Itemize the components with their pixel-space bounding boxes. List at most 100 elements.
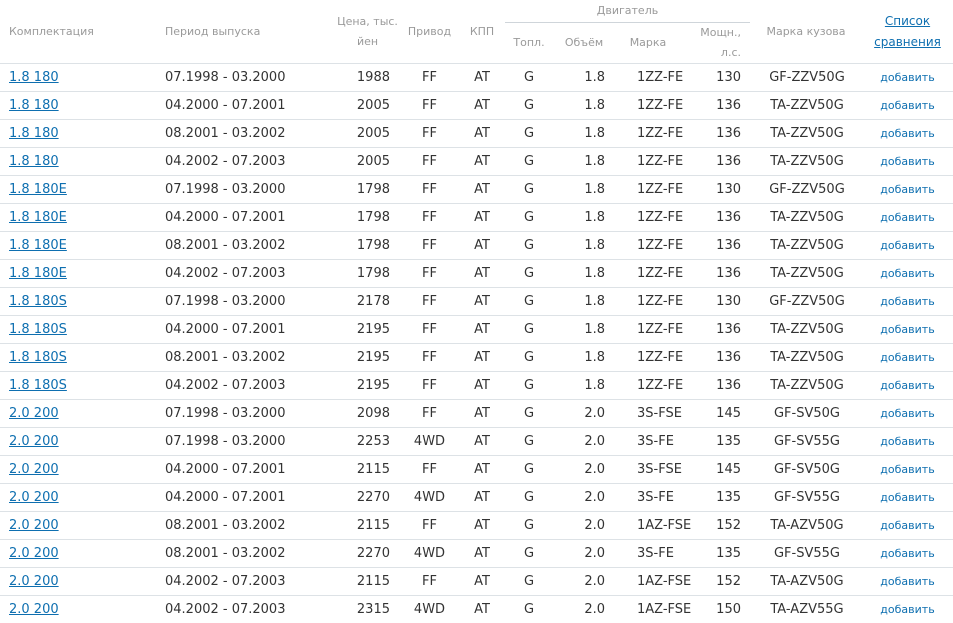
header-volume: Объём: [553, 23, 615, 64]
price-cell: 1798: [335, 232, 400, 260]
power-cell: 136: [681, 344, 750, 372]
add-to-compare-link[interactable]: добавить: [880, 211, 934, 224]
add-to-compare-link[interactable]: добавить: [880, 323, 934, 336]
gearbox-cell: AT: [459, 92, 505, 120]
body-cell: TA-ZZV50G: [750, 344, 862, 372]
table-row: 1.8 18007.1998 - 03.20001988FFATG1.81ZZ-…: [0, 64, 953, 92]
table-row: 1.8 18004.2002 - 07.20032005FFATG1.81ZZ-…: [0, 148, 953, 176]
add-to-compare-link[interactable]: добавить: [880, 155, 934, 168]
period-cell: 04.2002 - 07.2003: [163, 260, 335, 288]
add-cell: добавить: [862, 92, 953, 120]
add-to-compare-link[interactable]: добавить: [880, 99, 934, 112]
engine-cell: 3S-FE: [615, 428, 681, 456]
add-to-compare-link[interactable]: добавить: [880, 239, 934, 252]
trim-link[interactable]: 2.0 200: [9, 546, 59, 561]
trim-link[interactable]: 1.8 180S: [9, 378, 67, 393]
power-cell: 136: [681, 148, 750, 176]
trim-link[interactable]: 2.0 200: [9, 518, 59, 533]
fuel-cell: G: [505, 400, 553, 428]
trim-link[interactable]: 1.8 180: [9, 70, 59, 85]
trim-link[interactable]: 1.8 180E: [9, 266, 67, 281]
fuel-cell: G: [505, 288, 553, 316]
trim-link[interactable]: 2.0 200: [9, 602, 59, 617]
add-cell: добавить: [862, 400, 953, 428]
add-to-compare-link[interactable]: добавить: [880, 295, 934, 308]
engine-cell: 1ZZ-FE: [615, 92, 681, 120]
gearbox-cell: AT: [459, 148, 505, 176]
volume-cell: 2.0: [553, 428, 615, 456]
compare-list-link[interactable]: Список сравнения: [874, 14, 941, 49]
add-to-compare-link[interactable]: добавить: [880, 407, 934, 420]
price-cell: 2115: [335, 456, 400, 484]
add-cell: добавить: [862, 372, 953, 400]
trim-link[interactable]: 2.0 200: [9, 434, 59, 449]
period-cell: 07.1998 - 03.2000: [163, 428, 335, 456]
gearbox-cell: AT: [459, 176, 505, 204]
trim-link[interactable]: 1.8 180E: [9, 182, 67, 197]
price-cell: 2270: [335, 484, 400, 512]
trim-link[interactable]: 1.8 180S: [9, 294, 67, 309]
add-cell: добавить: [862, 540, 953, 568]
trim-link[interactable]: 2.0 200: [9, 462, 59, 477]
trim-link[interactable]: 2.0 200: [9, 574, 59, 589]
engine-cell: 1AZ-FSE: [615, 596, 681, 623]
trim-link[interactable]: 2.0 200: [9, 406, 59, 421]
fuel-cell: G: [505, 176, 553, 204]
period-cell: 07.1998 - 03.2000: [163, 176, 335, 204]
gearbox-cell: AT: [459, 400, 505, 428]
add-to-compare-link[interactable]: добавить: [880, 379, 934, 392]
add-to-compare-link[interactable]: добавить: [880, 183, 934, 196]
add-cell: добавить: [862, 120, 953, 148]
add-to-compare-link[interactable]: добавить: [880, 435, 934, 448]
drive-cell: FF: [400, 400, 459, 428]
table-row: 1.8 180S04.2002 - 07.20032195FFATG1.81ZZ…: [0, 372, 953, 400]
fuel-cell: G: [505, 456, 553, 484]
engine-cell: 1ZZ-FE: [615, 344, 681, 372]
engine-cell: 1ZZ-FE: [615, 232, 681, 260]
fuel-cell: G: [505, 64, 553, 92]
volume-cell: 1.8: [553, 344, 615, 372]
volume-cell: 1.8: [553, 120, 615, 148]
gearbox-cell: AT: [459, 316, 505, 344]
price-cell: 1988: [335, 64, 400, 92]
add-to-compare-link[interactable]: добавить: [880, 603, 934, 616]
gearbox-cell: AT: [459, 64, 505, 92]
trim-cell: 1.8 180: [0, 64, 163, 92]
trim-link[interactable]: 1.8 180: [9, 126, 59, 141]
engine-cell: 1ZZ-FE: [615, 260, 681, 288]
trim-link[interactable]: 2.0 200: [9, 490, 59, 505]
trim-link[interactable]: 1.8 180E: [9, 238, 67, 253]
power-cell: 136: [681, 232, 750, 260]
fuel-cell: G: [505, 540, 553, 568]
price-cell: 2270: [335, 540, 400, 568]
add-to-compare-link[interactable]: добавить: [880, 351, 934, 364]
trim-link[interactable]: 1.8 180S: [9, 322, 67, 337]
add-to-compare-link[interactable]: добавить: [880, 547, 934, 560]
body-cell: TA-ZZV50G: [750, 316, 862, 344]
volume-cell: 2.0: [553, 568, 615, 596]
trim-link[interactable]: 1.8 180: [9, 98, 59, 113]
engine-cell: 3S-FE: [615, 540, 681, 568]
gearbox-cell: AT: [459, 568, 505, 596]
trim-link[interactable]: 1.8 180E: [9, 210, 67, 225]
fuel-cell: G: [505, 512, 553, 540]
power-cell: 135: [681, 540, 750, 568]
add-to-compare-link[interactable]: добавить: [880, 71, 934, 84]
add-to-compare-link[interactable]: добавить: [880, 519, 934, 532]
add-cell: добавить: [862, 176, 953, 204]
engine-cell: 1ZZ-FE: [615, 372, 681, 400]
table-row: 2.0 20004.2002 - 07.200323154WDATG2.01AZ…: [0, 596, 953, 623]
engine-cell: 1ZZ-FE: [615, 120, 681, 148]
drive-cell: FF: [400, 344, 459, 372]
add-to-compare-link[interactable]: добавить: [880, 127, 934, 140]
add-to-compare-link[interactable]: добавить: [880, 267, 934, 280]
table-row: 2.0 20004.2000 - 07.200122704WDATG2.03S-…: [0, 484, 953, 512]
period-cell: 08.2001 - 03.2002: [163, 120, 335, 148]
trim-link[interactable]: 1.8 180S: [9, 350, 67, 365]
add-to-compare-link[interactable]: добавить: [880, 463, 934, 476]
add-to-compare-link[interactable]: добавить: [880, 575, 934, 588]
engine-cell: 1ZZ-FE: [615, 176, 681, 204]
add-to-compare-link[interactable]: добавить: [880, 491, 934, 504]
add-cell: добавить: [862, 316, 953, 344]
trim-link[interactable]: 1.8 180: [9, 154, 59, 169]
